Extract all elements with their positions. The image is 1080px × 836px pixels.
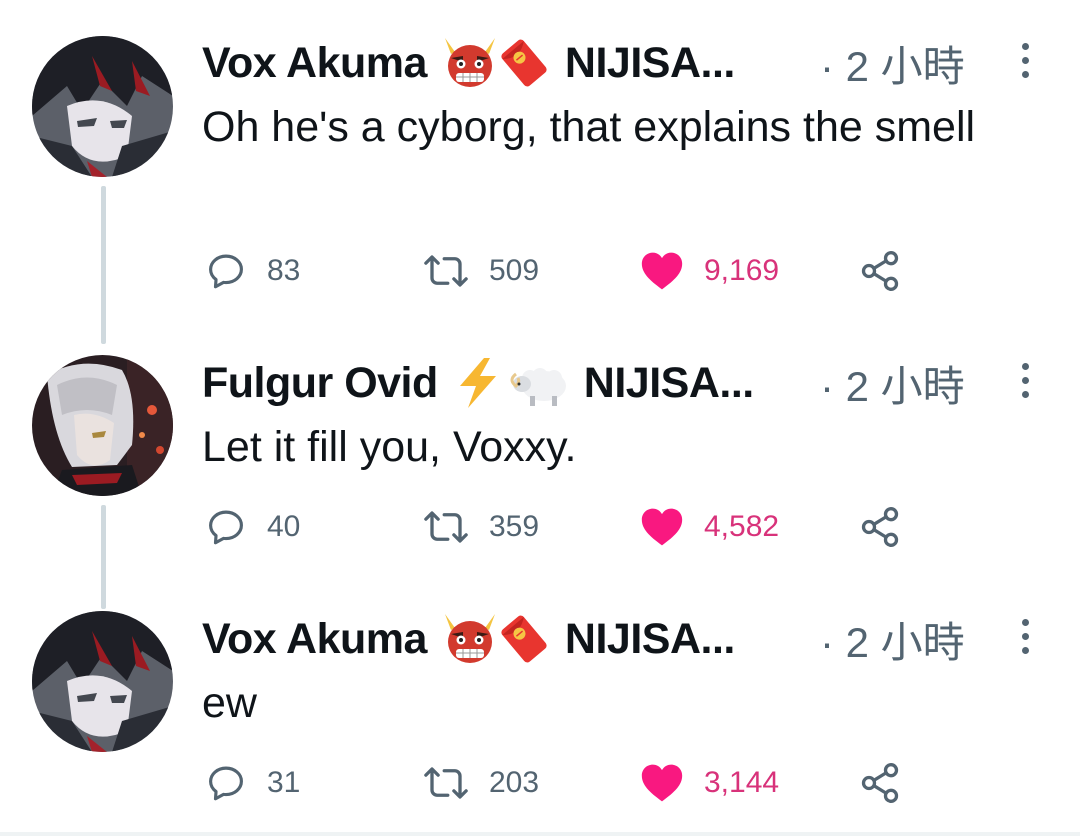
- reply-icon: [209, 254, 243, 289]
- retweet-count: 359: [489, 510, 540, 543]
- oni-mask-icon: [441, 612, 499, 666]
- like-button[interactable]: 9,169: [640, 246, 779, 296]
- emoji-badges: [452, 356, 570, 410]
- reply-icon: [209, 766, 243, 801]
- reply-count: 31: [267, 766, 301, 799]
- heart-icon: [641, 252, 683, 290]
- tweet-text: ew: [202, 679, 257, 727]
- reply-button[interactable]: 40: [205, 502, 300, 552]
- bottom-divider: [0, 832, 1080, 836]
- like-button[interactable]: 4,582: [640, 502, 779, 552]
- more-options-icon[interactable]: [1010, 30, 1040, 90]
- share-icon: [861, 763, 899, 803]
- reply-count: 83: [267, 254, 301, 287]
- retweet-button[interactable]: 509: [423, 246, 539, 296]
- author-name[interactable]: Vox Akuma: [202, 615, 427, 664]
- tweet[interactable]: Vox Akuma: [0, 0, 1080, 320]
- heart-icon: [641, 508, 683, 546]
- author-handle[interactable]: NIJISA...: [584, 359, 754, 408]
- emoji-badges: [441, 612, 551, 666]
- tweet-text: Oh he's a cyborg, that explains the smel…: [202, 103, 976, 151]
- red-envelope-icon: [497, 612, 551, 666]
- retweet-count: 509: [489, 254, 540, 287]
- reply-button[interactable]: 83: [205, 246, 300, 296]
- tweet-text: Let it fill you, Voxxy.: [202, 423, 577, 471]
- retweet-button[interactable]: 359: [423, 502, 539, 552]
- ram-icon: [510, 356, 570, 410]
- tweet-header: Vox Akuma NIJISA...: [202, 33, 735, 93]
- author-name[interactable]: Fulgur Ovid: [202, 359, 438, 408]
- more-options-icon[interactable]: [1010, 350, 1040, 410]
- retweet-count: 203: [489, 766, 540, 799]
- retweet-icon: [424, 255, 468, 287]
- share-button[interactable]: [858, 502, 902, 552]
- avatar[interactable]: [32, 36, 173, 177]
- retweet-icon: [424, 767, 468, 799]
- lightning-icon: [452, 356, 504, 410]
- more-options-icon[interactable]: [1010, 606, 1040, 666]
- reply-icon: [209, 510, 243, 545]
- avatar[interactable]: [32, 355, 173, 496]
- heart-icon: [641, 764, 683, 802]
- tweet-actions: 40 359 4,582: [0, 502, 1080, 552]
- share-button[interactable]: [858, 246, 902, 296]
- like-count: 9,169: [704, 254, 780, 287]
- tweet[interactable]: Fulgur Ovid NIJISA... · 2 小時 Let it fill…: [0, 320, 1080, 580]
- oni-mask-icon: [441, 36, 499, 90]
- retweet-icon: [424, 511, 468, 543]
- reply-count: 40: [267, 510, 301, 543]
- tweet-header: Fulgur Ovid NIJISA...: [202, 353, 754, 413]
- reply-button[interactable]: 31: [205, 758, 300, 808]
- emoji-badges: [441, 36, 551, 90]
- author-handle[interactable]: NIJISA...: [565, 615, 735, 664]
- share-icon: [861, 251, 899, 291]
- share-button[interactable]: [858, 758, 902, 808]
- tweet-timestamp[interactable]: · 2 小時: [820, 353, 965, 413]
- avatar[interactable]: [32, 611, 173, 752]
- tweet-actions: 31 203 3,144: [0, 758, 1080, 808]
- like-count: 4,582: [704, 510, 780, 543]
- like-button[interactable]: 3,144: [640, 758, 779, 808]
- tweet[interactable]: Vox Akuma: [0, 580, 1080, 832]
- tweet-timestamp[interactable]: · 2 小時: [820, 33, 965, 93]
- red-envelope-icon: [497, 36, 551, 90]
- tweet-actions: 83 509 9,169: [0, 246, 1080, 296]
- tweet-timestamp[interactable]: · 2 小時: [820, 609, 965, 669]
- like-count: 3,144: [704, 766, 780, 799]
- share-icon: [861, 507, 899, 547]
- tweet-header: Vox Akuma NIJISA...: [202, 609, 735, 669]
- retweet-button[interactable]: 203: [423, 758, 539, 808]
- author-handle[interactable]: NIJISA...: [565, 39, 735, 88]
- author-name[interactable]: Vox Akuma: [202, 39, 427, 88]
